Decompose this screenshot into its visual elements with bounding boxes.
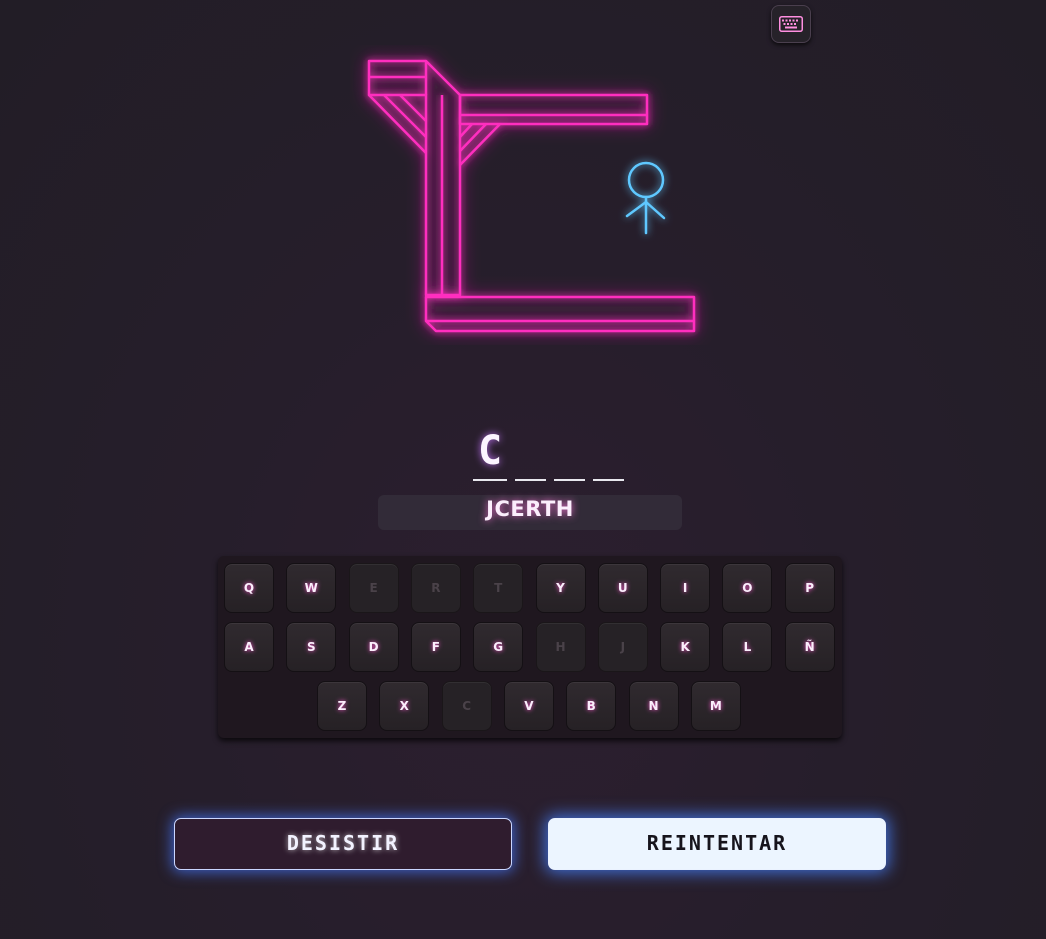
retry-button[interactable]: REINTENTAR: [548, 818, 886, 870]
on-screen-keyboard: QWERTYUIOP ASDFGHJKLÑ ZXCVBNM: [218, 556, 842, 738]
key-j: J: [597, 622, 648, 672]
guessed-letters: JCERTH: [378, 495, 682, 530]
word-display: C: [473, 427, 624, 481]
letter-slot: [554, 427, 585, 481]
key-k[interactable]: K: [660, 622, 711, 672]
key-h: H: [535, 622, 586, 672]
key-c: C: [441, 681, 492, 731]
key-y[interactable]: Y: [535, 563, 586, 613]
key-v[interactable]: V: [503, 681, 554, 731]
key-t: T: [473, 563, 524, 613]
key-i[interactable]: I: [660, 563, 711, 613]
key-l[interactable]: L: [722, 622, 773, 672]
key-f[interactable]: F: [410, 622, 461, 672]
key-r: R: [410, 563, 461, 613]
key-g[interactable]: G: [473, 622, 524, 672]
key-d[interactable]: D: [348, 622, 399, 672]
key-e: E: [348, 563, 399, 613]
key-o[interactable]: O: [722, 563, 773, 613]
key-u[interactable]: U: [597, 563, 648, 613]
keyboard-icon: [779, 16, 803, 32]
hangman-figure: [625, 161, 666, 235]
game-screen: C JCERTH QWERTYUIOPASDFGHJKLÑZXCVBNM DES…: [0, 0, 1046, 939]
key-z[interactable]: Z: [317, 681, 367, 731]
key-m[interactable]: M: [690, 681, 741, 731]
quit-button[interactable]: DESISTIR: [174, 818, 512, 870]
key-s[interactable]: S: [286, 622, 337, 672]
hangman-drawing: [367, 59, 696, 333]
key-w[interactable]: W: [286, 563, 337, 613]
letter-slot: C: [473, 427, 507, 481]
key-n[interactable]: N: [628, 681, 679, 731]
keyboard-toggle-button[interactable]: [771, 5, 811, 43]
key-q[interactable]: Q: [224, 563, 274, 613]
key-x[interactable]: X: [379, 681, 430, 731]
key-a[interactable]: A: [224, 622, 274, 672]
key-ñ[interactable]: Ñ: [784, 622, 835, 672]
letter-slot: [515, 427, 546, 481]
key-b[interactable]: B: [566, 681, 617, 731]
key-p[interactable]: P: [784, 563, 835, 613]
letter-slot: [593, 427, 624, 481]
